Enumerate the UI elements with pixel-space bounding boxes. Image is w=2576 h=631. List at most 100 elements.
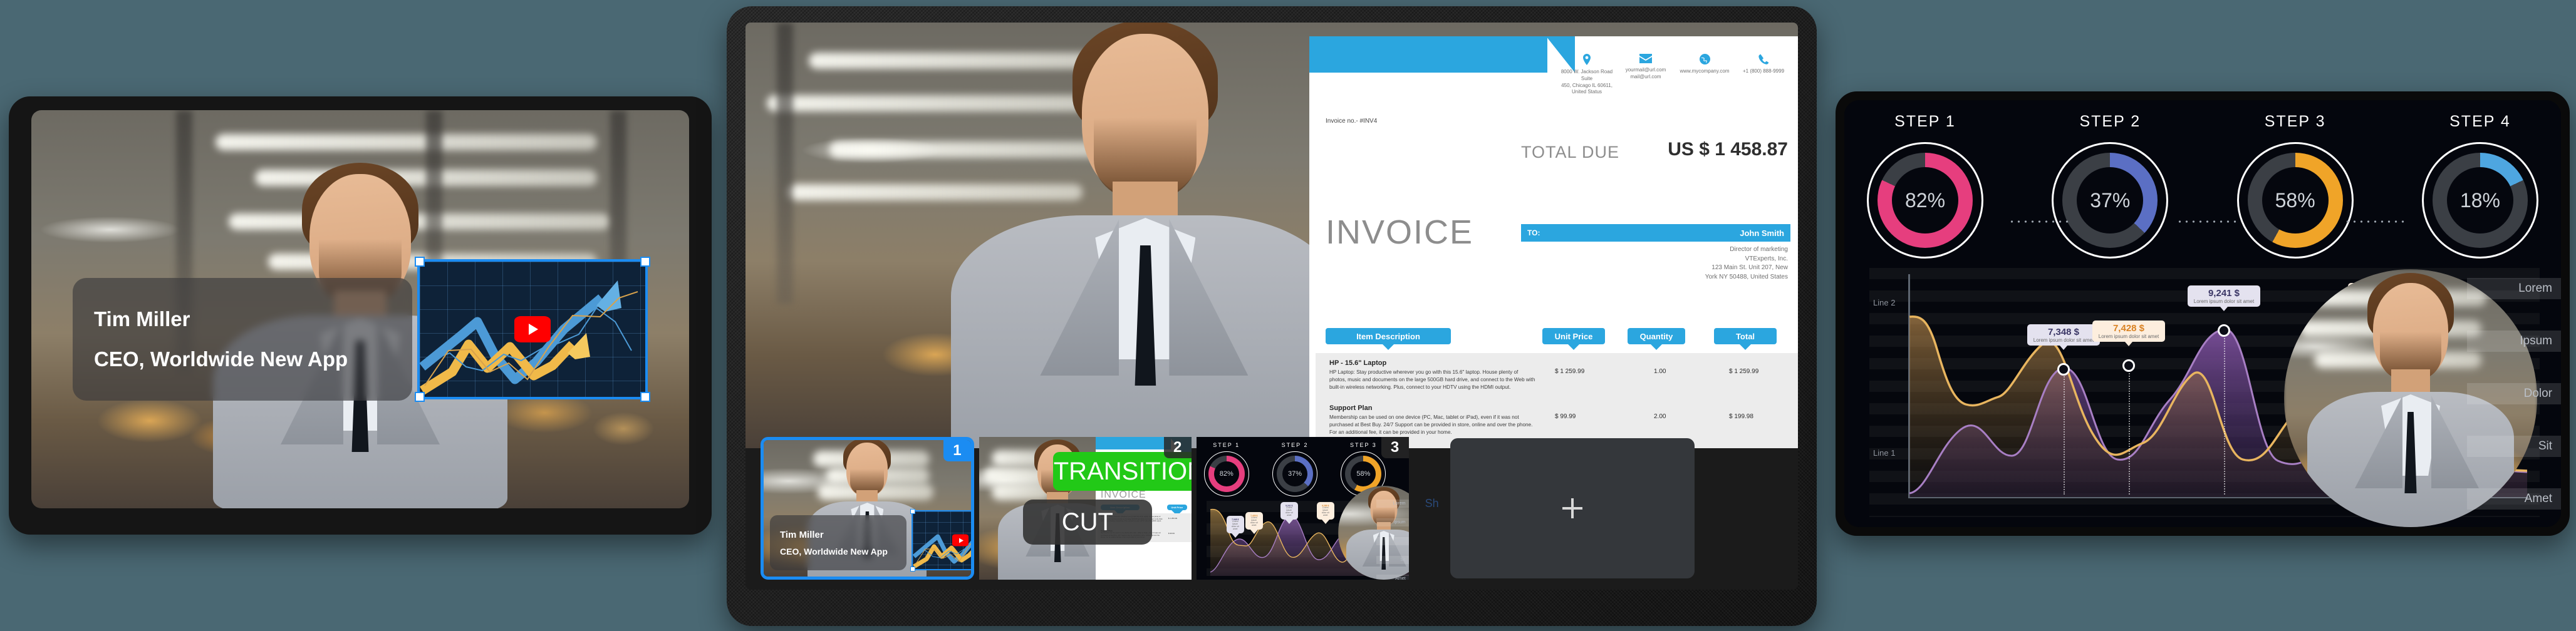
to-addr-1: Director of marketing — [1730, 246, 1788, 253]
side-menu-item-lorem[interactable]: Lorem — [2467, 278, 2561, 299]
thumb3-menu-item[interactable]: Ipsum — [1376, 518, 1409, 526]
t3-tip3-s: Lorem ipsum dolor sit amet — [1285, 506, 1293, 516]
steps-row: STEP 1 82% STEP 2 37% STEP 3 58% STEP 4 … — [1867, 113, 2538, 259]
side-menu-item-ipsum[interactable]: Ipsum — [2467, 331, 2561, 352]
resize-handle-br[interactable] — [640, 392, 650, 402]
side-menu-item-dolor[interactable]: Dolor — [2467, 383, 2561, 404]
chart-annotation-3: 9,241 $ Lorem ipsum dolor sit amet — [2188, 285, 2260, 307]
resize-handle-tl[interactable] — [415, 257, 425, 267]
youtube-play-icon[interactable] — [514, 316, 551, 342]
item-total: $ 1 259.99 — [1729, 368, 1759, 375]
table-row[interactable]: Support Plan Membership can be used on o… — [1329, 404, 1536, 436]
contact-address-line-1: 8000 W. Jackson Road Suite — [1561, 69, 1613, 81]
step-3-ring: 58% — [2236, 142, 2354, 259]
item-quantity: 2.00 — [1654, 413, 1666, 420]
item-total: $ 199.98 — [1729, 413, 1753, 420]
step-1[interactable]: STEP 1 82% — [1867, 113, 1983, 259]
slide-number-badge-2: 2 — [1163, 437, 1192, 458]
step-3[interactable]: STEP 3 58% — [2236, 113, 2354, 259]
thumb3-step-2-label: STEP 2 — [1281, 442, 1309, 448]
side-menu-item-amet[interactable]: Amet — [2467, 488, 2561, 510]
annotation-2-value: 7,428 $ — [2112, 323, 2145, 334]
slide-thumbnail-2[interactable]: 8000 W. Jackson Road Suite yourmail@url.… — [979, 437, 1192, 580]
item-unit-price: $ 1 259.99 — [1555, 368, 1585, 375]
step-4-label: STEP 4 — [2449, 113, 2511, 130]
left-device-frame: Tim Miller CEO, Worldwide New App — [9, 96, 712, 535]
invoice-title: INVOICE — [1326, 213, 1474, 251]
step-2-label: STEP 2 — [2079, 113, 2141, 130]
plus-icon — [1562, 498, 1582, 518]
step-1-label: STEP 1 — [1894, 113, 1956, 130]
thumb3-tip-2: 7,428 $ Lorem ipsum dolor sit amet — [1245, 512, 1263, 530]
contact-website-1: www.mycompany.com — [1680, 68, 1730, 74]
slide-thumbnail-1[interactable]: Tim Miller CEO, Worldwide New App 1 — [761, 437, 974, 580]
item-name: HP - 15.6" Laptop — [1329, 359, 1387, 367]
t2-item0-price: $ 1 259.99 — [1168, 517, 1178, 520]
contact-address-line-3: United Status — [1571, 89, 1602, 95]
contact-email-2: mail@url.com — [1630, 73, 1661, 80]
thumb3-tip-1: 7,348 $ Lorem ipsum dolor sit amet — [1226, 516, 1244, 533]
thumb3-step-3-value: 58% — [1356, 470, 1371, 478]
step-2-ring: 37% — [2052, 142, 2169, 259]
thumb1-speaker-name: Tim Miller — [780, 529, 824, 540]
column-header-unit-price: Unit Price — [1542, 328, 1605, 344]
screenshot-stage: Tim Miller CEO, Worldwide New App 8000 W… — [0, 0, 2576, 631]
resize-handle-bl[interactable] — [415, 392, 425, 402]
location-pin-icon — [1583, 54, 1591, 65]
globe-icon — [1699, 54, 1710, 64]
column-header-quantity: Quantity — [1628, 328, 1685, 344]
step-4-ring: 18% — [2421, 142, 2538, 259]
speaker-name: Tim Miller — [94, 307, 190, 331]
slide-filmstrip: Tim Miller CEO, Worldwide New App 1 INVO… — [761, 437, 1794, 585]
speaker-role: CEO, Worldwide New App — [94, 347, 348, 371]
thumb3-menu-item[interactable]: Dolor — [1376, 537, 1409, 545]
slide-thumbnail-3[interactable]: STEP 1 82% STEP 2 37% STEP 3 58% 7,348 $… — [1196, 437, 1409, 580]
chart-node-1 — [2057, 363, 2070, 376]
invoice-total-due-label: TOTAL DUE — [1521, 143, 1620, 162]
invoice-items-body: HP - 15.6" Laptop HP Laptop: Stay produc… — [1316, 353, 1798, 448]
chart-node-3 — [2218, 324, 2230, 337]
t2-col-price: Unit Price — [1166, 505, 1187, 510]
thumb3-step-1-label: STEP 1 — [1213, 442, 1240, 448]
step-connector-3 — [2344, 220, 2406, 223]
thumb3-step-2: STEP 2 37% — [1272, 442, 1318, 496]
step-connector-2 — [2176, 220, 2238, 223]
step-1-ring: 82% — [1867, 142, 1983, 259]
resize-handle-tr[interactable] — [640, 257, 650, 267]
dashboard-side-menu: Lorem Ipsum Dolor Sit Amet — [2467, 278, 2561, 510]
overlay-media-chart[interactable] — [415, 257, 650, 402]
step-1-donut: 82% — [1877, 153, 1973, 248]
thumb3-side-menu: Lorem Ipsum Dolor Sit Amet — [1376, 500, 1409, 580]
item-unit-price: $ 99.99 — [1555, 413, 1576, 420]
t3-tip4-s: Lorem ipsum dolor sit amet — [1321, 506, 1329, 516]
to-addr-3: 123 Main St. Unit 207, New — [1711, 264, 1788, 271]
invoice-document[interactable]: 8000 W. Jackson Road Suite 450, Chicago … — [1309, 36, 1798, 448]
speaker-nameplate: Tim Miller CEO, Worldwide New App — [73, 278, 412, 401]
presenter-figure-center — [951, 23, 1340, 448]
invoice-total-due-amount: US $ 1 458.87 — [1668, 139, 1788, 160]
step-2[interactable]: STEP 2 37% — [2052, 113, 2169, 259]
step-4-value: 18% — [2459, 188, 2500, 212]
contact-address-line-2: 450, Chicago IL 60611, — [1561, 82, 1613, 88]
contact-email: yourmail@url.com mail@url.com — [1616, 54, 1675, 81]
column-header-item-description: Item Description — [1326, 328, 1451, 344]
step-3-label: STEP 3 — [2264, 113, 2326, 130]
thumb1-youtube-play-icon — [952, 534, 969, 546]
thumb3-menu-item[interactable]: Sit — [1376, 556, 1409, 564]
contact-address: 8000 W. Jackson Road Suite 450, Chicago … — [1557, 54, 1616, 96]
side-menu-item-sit[interactable]: Sit — [2467, 436, 2561, 457]
cut-label[interactable]: CUT — [1022, 500, 1152, 545]
step-4[interactable]: STEP 4 18% — [2421, 113, 2538, 259]
envelope-icon — [1639, 54, 1652, 63]
table-row[interactable]: HP - 15.6" Laptop HP Laptop: Stay produc… — [1329, 359, 1536, 391]
thumb3-menu-item[interactable]: Lorem — [1376, 500, 1409, 508]
thumb3-step-1: STEP 1 82% — [1203, 442, 1249, 496]
thumb3-menu-item[interactable]: Amet — [1376, 575, 1409, 580]
thumb3-donut-1: 82% — [1208, 456, 1245, 492]
annotation-3-value: 9,241 $ — [2208, 288, 2240, 299]
add-slide-panel[interactable] — [1450, 438, 1695, 578]
invoice-contact-row: 8000 W. Jackson Road Suite 450, Chicago … — [1557, 54, 1793, 96]
step-3-value: 58% — [2275, 188, 2315, 212]
thumb3-tip-4: 9,285 $ Lorem ipsum dolor sit amet — [1316, 502, 1334, 520]
column-header-total: Total — [1714, 328, 1777, 344]
